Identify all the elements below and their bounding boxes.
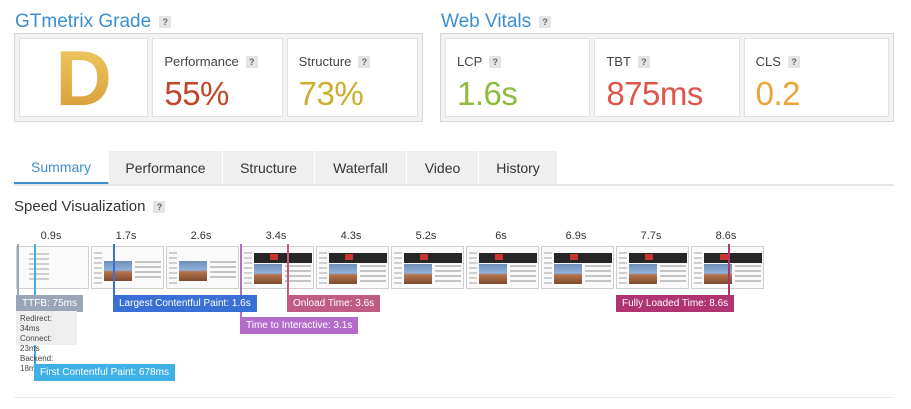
filmstrip-frame[interactable] bbox=[391, 246, 464, 289]
tbt-value: 875ms bbox=[606, 75, 703, 112]
structure-label-row: Structure ? bbox=[299, 54, 371, 69]
tbt-cell: TBT ? 875ms bbox=[594, 38, 740, 117]
lcp-marker-line bbox=[113, 244, 115, 296]
help-icon[interactable]: ? bbox=[153, 200, 166, 213]
filmstrip-times: 0.9s 1.7s 2.6s 3.4s 4.3s 5.2s 6s 6.9s 7.… bbox=[0, 230, 911, 244]
lcp-badge[interactable]: Largest Contentful Paint: 1.6s bbox=[113, 295, 257, 312]
tab-history[interactable]: History bbox=[479, 151, 558, 185]
section-divider bbox=[14, 397, 894, 398]
lcp-value: 1.6s bbox=[457, 75, 518, 112]
report-tabs: Summary Performance Structure Waterfall … bbox=[14, 151, 558, 185]
filmstrip-time: 8.6s bbox=[715, 230, 737, 242]
ttfb-marker-line bbox=[17, 244, 19, 296]
help-icon[interactable]: ? bbox=[245, 55, 258, 68]
fcp-badge[interactable]: First Contentful Paint: 678ms bbox=[34, 364, 175, 381]
grade-cell: D bbox=[19, 33, 149, 122]
cls-value: 0.2 bbox=[755, 75, 801, 112]
speed-visualization-heading: Speed Visualization bbox=[14, 198, 146, 215]
gtmetrix-grade-title: GTmetrix Grade ? bbox=[15, 11, 172, 33]
filmstrip-time: 5.2s bbox=[415, 230, 437, 242]
grade-letter: D bbox=[55, 33, 112, 122]
filmstrip-time: 3.4s bbox=[265, 230, 287, 242]
filmstrip-frame[interactable] bbox=[616, 246, 689, 289]
help-icon[interactable]: ? bbox=[539, 16, 552, 28]
performance-value: 55% bbox=[164, 75, 229, 112]
filmstrip-frame[interactable] bbox=[316, 246, 389, 289]
onload-marker-line bbox=[287, 244, 289, 296]
help-icon[interactable]: ? bbox=[358, 55, 371, 68]
speed-visualization-title: Speed Visualization ? bbox=[14, 198, 166, 215]
lcp-cell: LCP ? 1.6s bbox=[445, 38, 591, 117]
tab-structure[interactable]: Structure bbox=[223, 151, 315, 185]
tbt-label-row: TBT ? bbox=[606, 54, 650, 69]
tab-waterfall[interactable]: Waterfall bbox=[315, 151, 407, 185]
help-icon[interactable]: ? bbox=[489, 55, 502, 68]
performance-label: Performance bbox=[164, 54, 239, 69]
filmstrip-time: 4.3s bbox=[340, 230, 362, 242]
help-icon[interactable]: ? bbox=[637, 55, 650, 68]
fully-loaded-marker-line bbox=[728, 244, 730, 296]
tbt-label: TBT bbox=[606, 54, 631, 69]
filmstrip-time: 7.7s bbox=[640, 230, 662, 242]
filmstrip-time: 0.9s bbox=[40, 230, 62, 242]
filmstrip-time: 6.9s bbox=[565, 230, 587, 242]
ttfb-redirect: Redirect: 34ms bbox=[20, 314, 53, 333]
structure-value: 73% bbox=[298, 75, 364, 112]
performance-cell: Performance ? 55% bbox=[152, 38, 283, 117]
filmstrip-frame[interactable] bbox=[166, 246, 239, 289]
web-vitals-title: Web Vitals ? bbox=[441, 11, 552, 33]
web-vitals-panel: LCP ? 1.6s TBT ? 875ms CLS ? 0.2 bbox=[440, 33, 894, 122]
help-icon[interactable]: ? bbox=[159, 16, 172, 28]
performance-label-row: Performance ? bbox=[164, 54, 258, 69]
tab-video[interactable]: Video bbox=[407, 151, 479, 185]
filmstrip-frame[interactable] bbox=[541, 246, 614, 289]
tabs-underline bbox=[14, 184, 894, 186]
ttfb-badge[interactable]: TTFB: 75ms bbox=[16, 295, 84, 312]
filmstrip-frame[interactable] bbox=[91, 246, 164, 289]
structure-label: Structure bbox=[298, 54, 352, 69]
filmstrip-time: 6s bbox=[495, 230, 507, 242]
cls-label: CLS bbox=[755, 54, 781, 69]
lcp-label-row: LCP ? bbox=[457, 54, 502, 69]
fully-loaded-badge[interactable]: Fully Loaded Time: 8.6s bbox=[616, 295, 735, 312]
tab-performance[interactable]: Performance bbox=[109, 151, 223, 185]
lcp-label: LCP bbox=[457, 54, 483, 69]
ttfb-detail: Redirect: 34ms Connect: 23ms Backend: 18… bbox=[16, 311, 77, 373]
filmstrip-time: 2.6s bbox=[190, 230, 212, 242]
filmstrip-frame[interactable] bbox=[241, 246, 314, 289]
filmstrip-frame[interactable] bbox=[466, 246, 539, 289]
onload-badge[interactable]: Onload Time: 3.6s bbox=[287, 295, 381, 312]
structure-cell: Structure ? 73% bbox=[286, 38, 418, 117]
filmstrip-time: 1.7s bbox=[115, 230, 137, 242]
cls-label-row: CLS ? bbox=[756, 54, 800, 69]
help-icon[interactable]: ? bbox=[787, 55, 800, 68]
ttfb-connect: Connect: 23ms bbox=[20, 334, 53, 353]
gtmetrix-grade-heading: GTmetrix Grade bbox=[15, 11, 152, 32]
grade-panel: D Performance ? 55% Structure ? 73% bbox=[14, 33, 423, 122]
tab-summary[interactable]: Summary bbox=[14, 151, 109, 185]
tti-badge[interactable]: Time to Interactive: 3.1s bbox=[240, 317, 359, 334]
cls-cell: CLS ? 0.2 bbox=[743, 38, 889, 117]
filmstrip-frame[interactable] bbox=[16, 246, 89, 289]
web-vitals-heading: Web Vitals bbox=[441, 11, 532, 32]
